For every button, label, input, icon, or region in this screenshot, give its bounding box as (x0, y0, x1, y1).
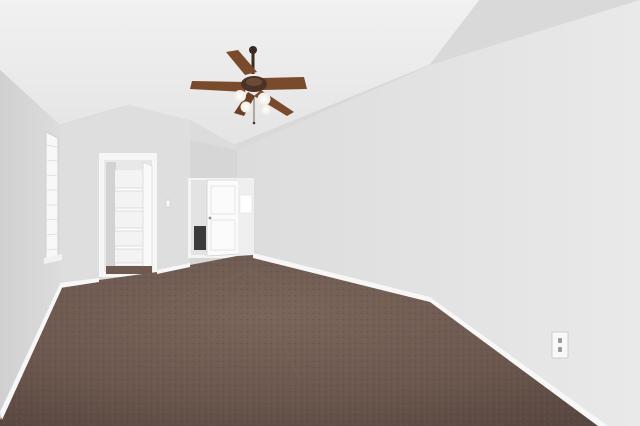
open-doorway (188, 178, 254, 258)
electrical-outlet (551, 331, 569, 359)
bedroom-photo (0, 0, 640, 426)
light-switch (165, 199, 171, 208)
walk-in-closet (99, 153, 157, 277)
